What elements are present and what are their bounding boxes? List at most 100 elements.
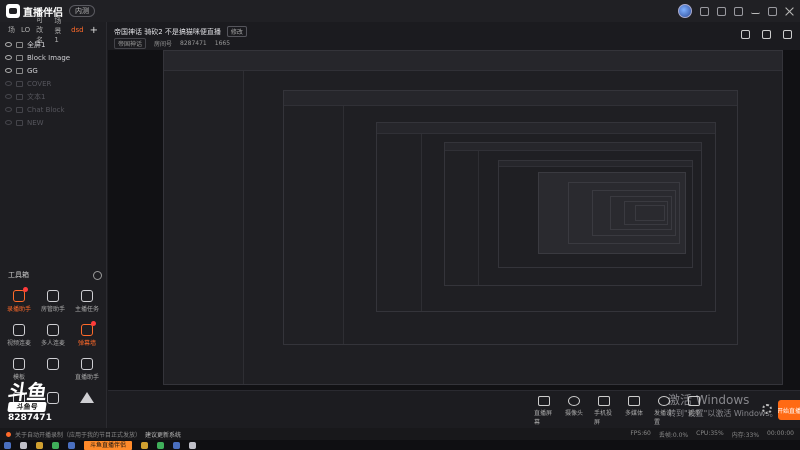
lock-icon[interactable] — [762, 30, 771, 39]
taskbar-active-app[interactable]: 斗鱼直播伴侣 — [84, 440, 133, 450]
notification-icon[interactable] — [700, 6, 709, 16]
app-icon[interactable] — [173, 441, 181, 449]
status-bar: 关于自动开播录制（应用于我的节目正式发放） 建议更新系统 FPS:60 丢帧:0… — [0, 428, 800, 440]
bc-label: 手机投屏 — [594, 410, 613, 426]
media-icon — [628, 396, 640, 406]
media-button[interactable]: 多媒体 — [624, 396, 644, 426]
phone-cast-button[interactable]: 手机投屏 — [594, 396, 614, 426]
edit-title-button[interactable]: 修改 — [226, 26, 247, 37]
scene-tab[interactable]: 场景1 — [54, 16, 65, 44]
danmaku-icon — [81, 321, 96, 336]
gift-box-icon[interactable] — [741, 30, 750, 39]
menu-icon[interactable] — [734, 6, 743, 16]
screen-capture-button[interactable]: 直播屏幕 — [534, 396, 554, 426]
source-item[interactable]: Chat Block — [0, 103, 106, 116]
douyu-mark: 斗鱼 — [6, 380, 48, 404]
bc-label: 发播设置 — [654, 410, 673, 426]
tool-label: 弹幕墙 — [77, 340, 96, 347]
eye-off-icon[interactable] — [5, 107, 12, 112]
gift-icon — [47, 358, 59, 370]
maximize-icon[interactable] — [768, 6, 777, 16]
scene-tab[interactable]: LO — [21, 26, 30, 34]
room-id: 8287471 — [180, 40, 207, 47]
start-menu-icon[interactable] — [4, 441, 11, 449]
source-item[interactable]: NEW — [0, 116, 106, 129]
start-stream-button[interactable]: 开始直播 — [778, 400, 800, 420]
eye-icon[interactable] — [5, 55, 12, 60]
assistant-icon — [81, 358, 93, 370]
minimize-icon[interactable] — [751, 9, 760, 14]
scene-tab-active[interactable]: dsd — [71, 26, 84, 34]
status-notice: 关于自动开播录制（应用于我的节目正式发放） — [15, 431, 142, 439]
douyu-id-badge: 斗鱼号 — [7, 402, 47, 412]
bc-label: 更多 — [687, 410, 700, 417]
share-icon[interactable] — [783, 30, 792, 39]
eye-off-icon[interactable] — [5, 81, 12, 86]
camera-button[interactable]: 摄像头 — [564, 396, 584, 426]
notice-dot-icon — [6, 431, 11, 437]
source-label: Block Image — [27, 53, 71, 62]
eye-off-icon[interactable] — [5, 94, 12, 99]
viewer-count: 1665 — [214, 40, 231, 47]
stat-duration: 00:00:00 — [767, 429, 794, 437]
toolbox-settings-icon[interactable] — [93, 270, 102, 280]
source-type-icon — [16, 67, 23, 74]
tool-video-mic[interactable]: 视频连麦 — [2, 324, 36, 352]
broadcast-bar: 激活 Windows 转到"设置"以激活 Windows。 直播屏幕 摄像头 手… — [108, 390, 800, 428]
more-button[interactable]: 更多 — [684, 396, 704, 426]
scene-tab[interactable]: 场 — [8, 25, 15, 35]
app-icon[interactable] — [157, 441, 165, 449]
settings-gear-icon[interactable] — [762, 404, 772, 414]
source-label: GG — [27, 66, 38, 75]
tool-danmaku[interactable]: 弹幕墙 — [70, 321, 104, 352]
user-avatar[interactable] — [678, 4, 692, 18]
windows-taskbar: 斗鱼直播伴侣 — [0, 440, 800, 450]
stream-category[interactable]: 帝国神话 — [114, 38, 147, 49]
source-item[interactable]: COVER — [0, 77, 106, 90]
source-label: NEW — [27, 118, 44, 127]
stat-memory: 内存:33% — [731, 431, 760, 439]
eye-off-icon[interactable] — [5, 120, 12, 125]
broadcast-settings-button[interactable]: 发播设置 — [654, 396, 674, 426]
source-type-icon — [16, 80, 23, 87]
more-icon — [688, 396, 700, 406]
app-icon[interactable] — [68, 441, 75, 449]
preview-canvas[interactable] — [108, 50, 800, 390]
bc-label: 直播屏幕 — [534, 410, 553, 426]
app-icon[interactable] — [189, 441, 197, 449]
browser-icon[interactable] — [52, 441, 59, 449]
source-item[interactable]: 文本1 — [0, 90, 106, 103]
source-type-icon — [16, 106, 23, 113]
tool-admin[interactable]: 房管助手 — [36, 290, 70, 318]
eye-icon[interactable] — [5, 42, 12, 47]
source-item[interactable]: 全屏1 — [0, 38, 106, 51]
screen-icon — [538, 396, 550, 406]
title-bar: 直播伴侣 内测 — [0, 0, 800, 22]
tool-task[interactable]: 主播任务 — [70, 290, 104, 318]
add-scene-button[interactable]: + — [90, 25, 98, 36]
gift-icon[interactable] — [717, 6, 726, 16]
version-badge[interactable]: 内测 — [69, 5, 95, 17]
stream-title: 帝国神话 骑砍2 不是搞猫咪便直播 — [114, 27, 221, 36]
folder-icon[interactable] — [36, 441, 43, 449]
tool-label: 房管助手 — [40, 306, 65, 313]
source-item[interactable]: GG — [0, 64, 106, 77]
tool-multi-mic[interactable]: 多人连麦 — [36, 324, 70, 352]
mic-icon — [13, 324, 25, 336]
update-link[interactable]: 建议更新系统 — [145, 430, 181, 439]
template-icon — [13, 358, 25, 370]
close-icon[interactable] — [785, 7, 794, 16]
scene-tabs: 场 LO 可改名 场景1 dsd + — [0, 16, 106, 44]
stat-dropped: 丢帧:0.0% — [658, 431, 689, 439]
douyu-logo: 斗鱼 斗鱼号 8287471 — [6, 380, 62, 423]
source-type-icon — [16, 54, 23, 61]
tool-assistant[interactable]: 直播助手 — [70, 358, 104, 386]
tool-triangle[interactable] — [70, 392, 104, 420]
stream-header: 帝国神话 骑砍2 不是搞猫咪便直播 修改 帝国神话 房间号 8287471 16… — [108, 22, 800, 50]
tool-record[interactable]: 录播助手 — [2, 287, 36, 318]
source-list: 全屏1 Block Image GG COVER 文本1 Chat Block … — [0, 38, 106, 129]
eye-icon[interactable] — [5, 68, 12, 73]
search-icon[interactable] — [20, 441, 27, 449]
app-icon[interactable] — [141, 441, 149, 449]
source-item[interactable]: Block Image — [0, 51, 106, 64]
